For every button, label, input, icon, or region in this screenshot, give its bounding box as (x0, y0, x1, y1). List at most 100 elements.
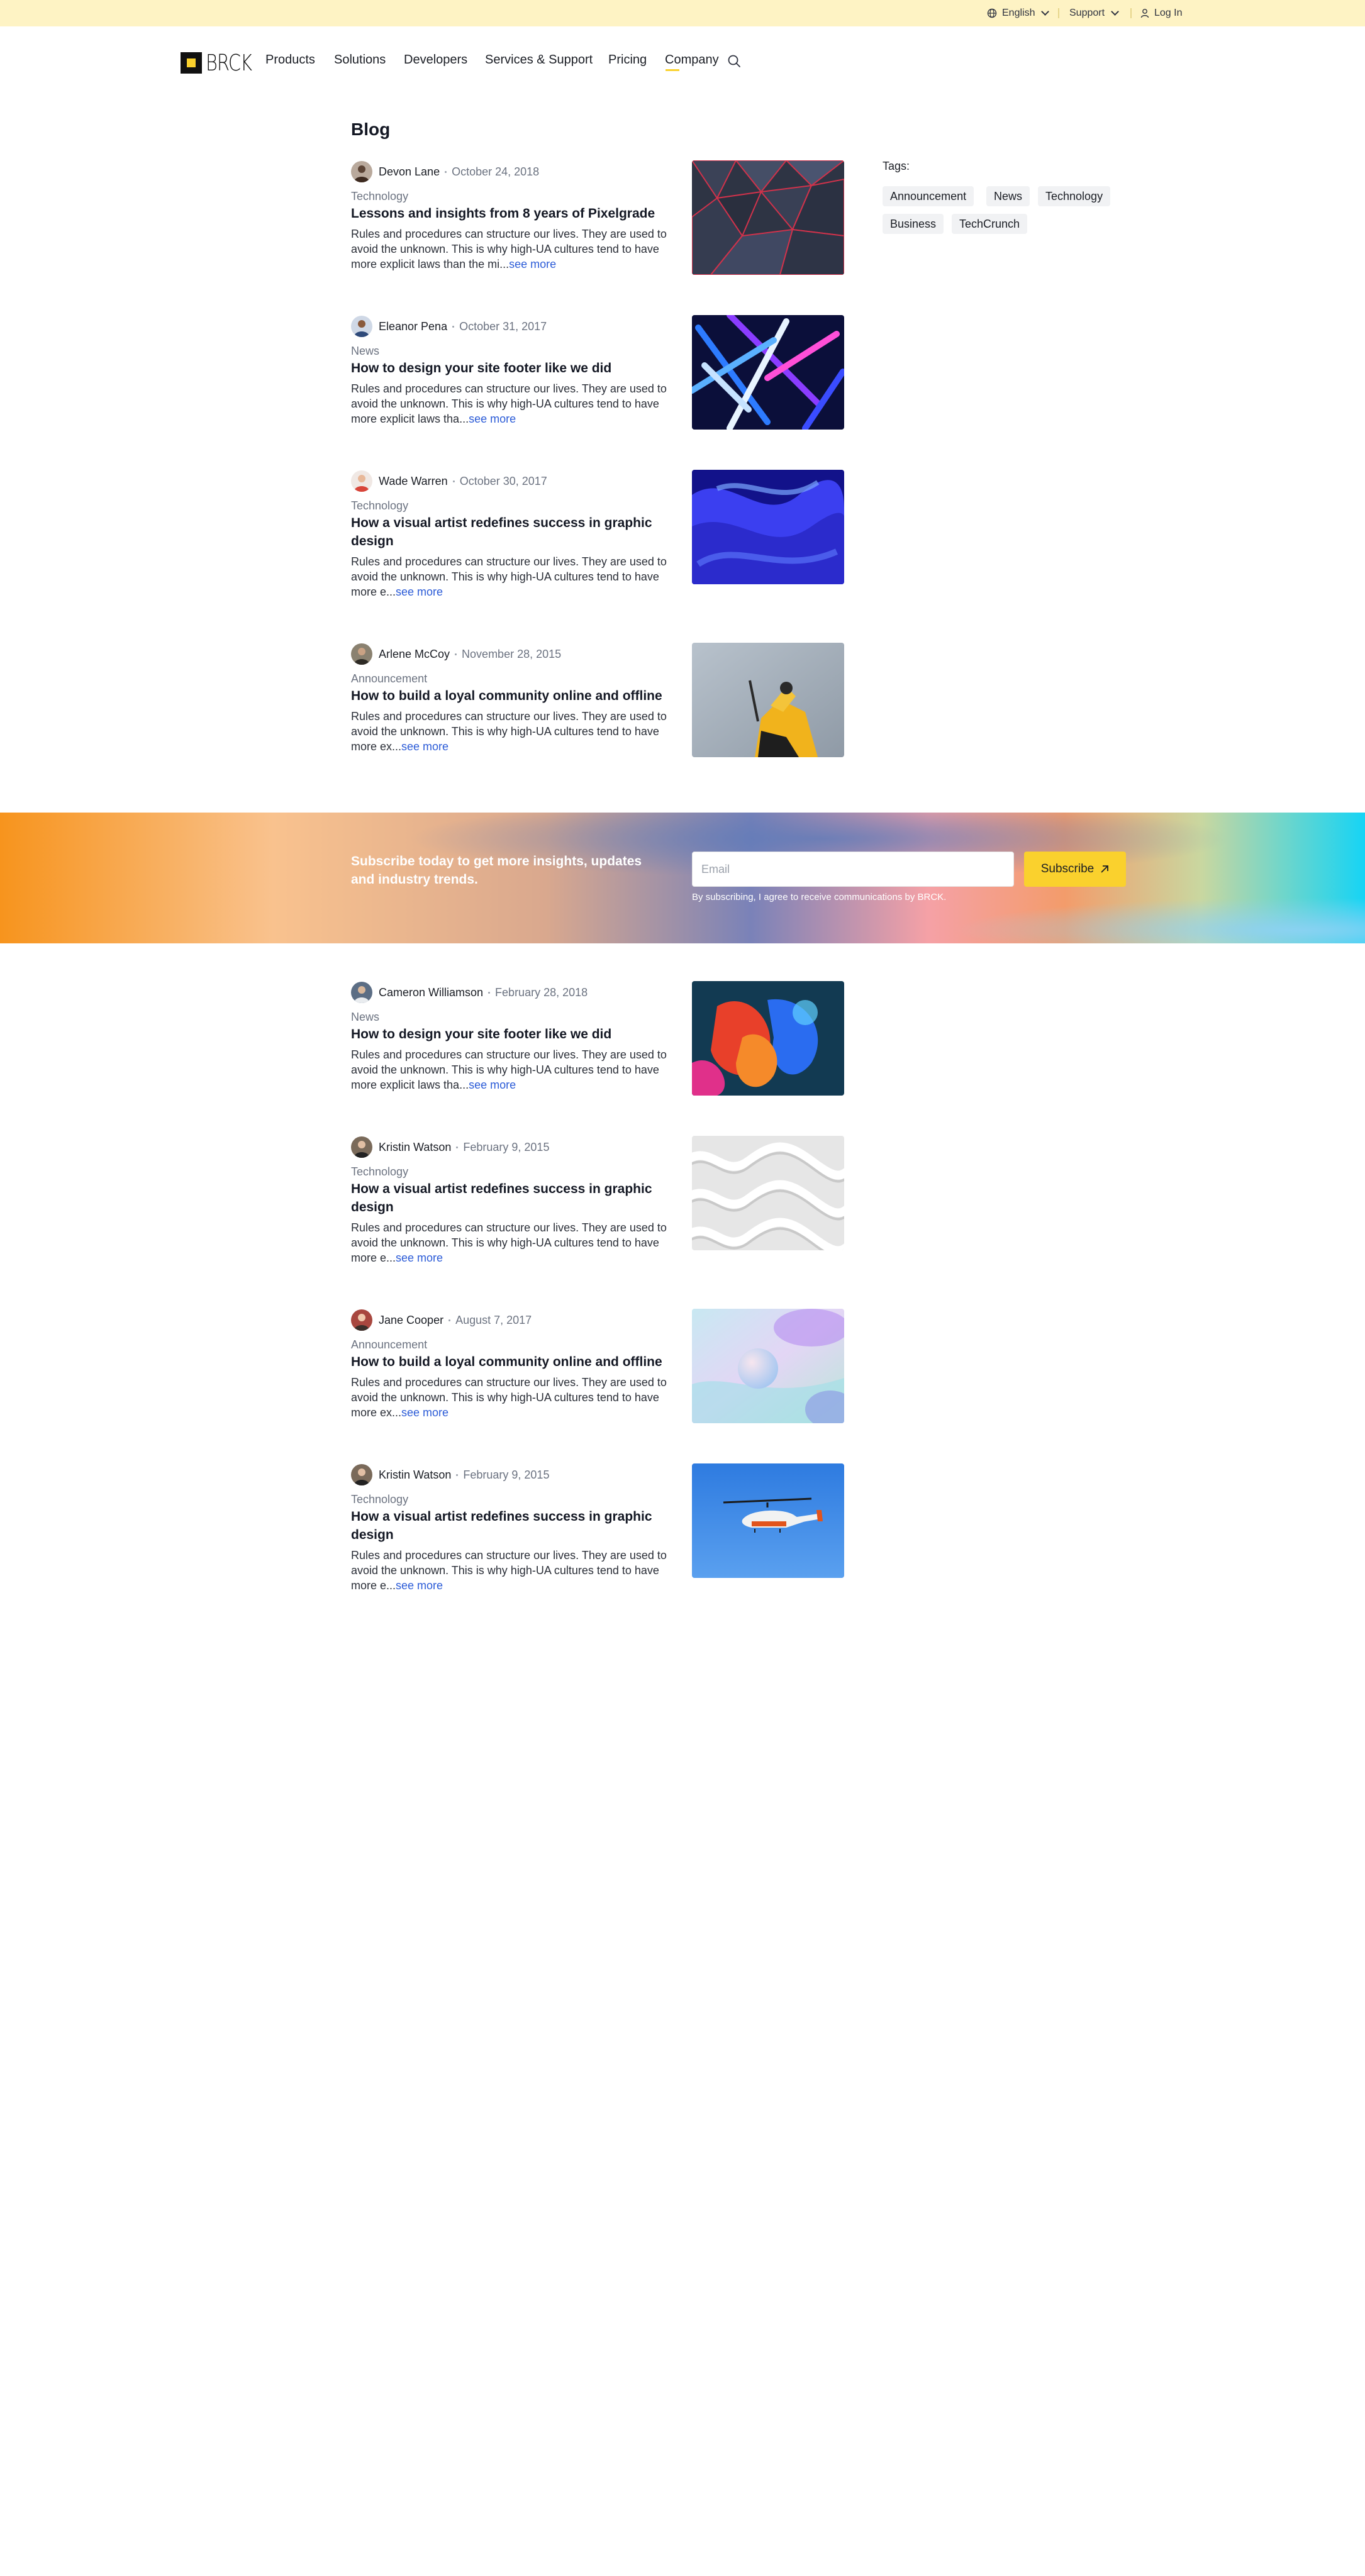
post-excerpt: Rules and procedures can structure our l… (351, 554, 672, 599)
language-selector[interactable]: English (987, 0, 1050, 26)
post-date: November 28, 2015 (462, 647, 562, 660)
see-more-link[interactable]: see more (396, 1579, 443, 1592)
nav-services-support[interactable]: Services & Support (485, 53, 593, 67)
email-input[interactable] (692, 852, 1014, 887)
post-excerpt: Rules and procedures can structure our l… (351, 226, 672, 272)
post-thumbnail[interactable] (692, 1136, 844, 1250)
post-thumbnail[interactable] (692, 315, 844, 430)
post-author[interactable]: Kristin Watson (379, 1468, 451, 1482)
user-icon (1140, 9, 1149, 18)
globe-icon (987, 8, 997, 18)
post-title[interactable]: How to build a loyal community online an… (351, 1353, 672, 1371)
post-author[interactable]: Eleanor Pena (379, 320, 447, 333)
subscribe-heading: Subscribe today to get more insights, up… (351, 854, 642, 887)
avatar (351, 1309, 372, 1331)
support-menu[interactable]: Support (1069, 0, 1119, 26)
post-meta: Kristin Watson February 9, 2015 (351, 1136, 672, 1158)
post-author[interactable]: Jane Cooper (379, 1314, 443, 1327)
post-title[interactable]: How to design your site footer like we d… (351, 359, 672, 377)
tag-techcrunch[interactable]: TechCrunch (952, 214, 1028, 234)
page-title: Blog (351, 119, 391, 139)
separator-dot (456, 1146, 459, 1148)
post-title[interactable]: How a visual artist redefines success in… (351, 1507, 672, 1544)
post-meta: Jane Cooper August 7, 2017 (351, 1309, 672, 1331)
separator-dot (445, 170, 447, 173)
tag-business[interactable]: Business (883, 214, 944, 234)
blog-post[interactable]: Kristin Watson February 9, 2015 Technolo… (351, 1463, 672, 1593)
post-author[interactable]: Kristin Watson (379, 1141, 451, 1154)
post-title[interactable]: How a visual artist redefines success in… (351, 1180, 672, 1216)
post-category[interactable]: News (351, 344, 672, 358)
blog-post[interactable]: Wade Warren October 30, 2017 Technology … (351, 470, 672, 599)
post-thumbnail[interactable] (692, 981, 844, 1096)
tag-technology[interactable]: Technology (1038, 186, 1111, 206)
logo-wordmark: BRCK (206, 50, 252, 76)
blog-post[interactable]: Kristin Watson February 9, 2015 Technolo… (351, 1136, 672, 1265)
post-excerpt: Rules and procedures can structure our l… (351, 1548, 672, 1593)
login-link[interactable]: Log In (1140, 0, 1182, 26)
post-author[interactable]: Arlene McCoy (379, 648, 450, 661)
excerpt-text: Rules and procedures can structure our l… (351, 1376, 667, 1419)
subscribe-button-label: Subscribe (1040, 862, 1095, 875)
post-title[interactable]: Lessons and insights from 8 years of Pix… (351, 204, 672, 223)
post-excerpt: Rules and procedures can structure our l… (351, 1047, 672, 1092)
divider (1058, 8, 1059, 18)
post-date: February 9, 2015 (463, 1468, 550, 1481)
blog-post[interactable]: Jane Cooper August 7, 2017 Announcement … (351, 1309, 672, 1420)
post-author[interactable]: Devon Lane (379, 165, 440, 179)
post-date: October 24, 2018 (452, 165, 540, 178)
separator-dot (452, 480, 455, 482)
chevron-down-icon (1111, 8, 1119, 16)
post-thumbnail[interactable] (692, 160, 844, 275)
blog-post[interactable]: Eleanor Pena October 31, 2017 News How t… (351, 315, 672, 426)
post-category[interactable]: Technology (351, 189, 672, 203)
separator-dot (488, 991, 491, 994)
divider (1130, 8, 1132, 18)
arrow-up-right-icon (1101, 865, 1109, 873)
see-more-link[interactable]: see more (401, 740, 448, 753)
see-more-link[interactable]: see more (396, 1252, 443, 1264)
post-category[interactable]: Technology (351, 1492, 672, 1506)
post-thumbnail[interactable] (692, 1463, 844, 1578)
see-more-link[interactable]: see more (509, 258, 556, 270)
nav-products[interactable]: Products (265, 53, 315, 67)
post-title[interactable]: How to design your site footer like we d… (351, 1025, 672, 1043)
tags-label: Tags: (883, 160, 910, 172)
blog-post[interactable]: Devon Lane October 24, 2018 Technology L… (351, 160, 672, 272)
post-author[interactable]: Cameron Williamson (379, 986, 483, 999)
post-thumbnail[interactable] (692, 1309, 844, 1423)
separator-dot (448, 1319, 451, 1321)
tag-announcement[interactable]: Announcement (883, 186, 974, 206)
blog-post[interactable]: Arlene McCoy November 28, 2015 Announcem… (351, 643, 672, 754)
nav-company[interactable]: Company (665, 53, 719, 67)
post-category[interactable]: Announcement (351, 1338, 672, 1352)
post-date: February 28, 2018 (495, 985, 588, 999)
see-more-link[interactable]: see more (469, 1079, 516, 1091)
avatar (351, 470, 372, 492)
post-author[interactable]: Wade Warren (379, 475, 448, 488)
post-thumbnail[interactable] (692, 470, 844, 584)
subscribe-banner (0, 813, 1365, 943)
tag-news[interactable]: News (986, 186, 1030, 206)
post-title[interactable]: How to build a loyal community online an… (351, 687, 672, 705)
nav-pricing[interactable]: Pricing (608, 53, 647, 67)
separator-dot (455, 653, 457, 655)
brand-logo[interactable]: BRCK (181, 50, 264, 76)
post-category[interactable]: Technology (351, 499, 672, 513)
post-category[interactable]: News (351, 1010, 672, 1024)
subscribe-button[interactable]: Subscribe (1024, 852, 1126, 887)
see-more-link[interactable]: see more (469, 413, 516, 425)
nav-solutions[interactable]: Solutions (334, 53, 386, 67)
post-category[interactable]: Technology (351, 1165, 672, 1179)
avatar (351, 316, 372, 337)
see-more-link[interactable]: see more (401, 1406, 448, 1419)
separator-dot (456, 1474, 459, 1476)
search-icon[interactable] (727, 54, 741, 68)
post-thumbnail[interactable] (692, 643, 844, 757)
post-category[interactable]: Announcement (351, 672, 672, 686)
avatar (351, 1136, 372, 1158)
post-title[interactable]: How a visual artist redefines success in… (351, 514, 672, 550)
blog-post[interactable]: Cameron Williamson February 28, 2018 New… (351, 981, 672, 1092)
see-more-link[interactable]: see more (396, 586, 443, 598)
nav-developers[interactable]: Developers (404, 53, 467, 67)
